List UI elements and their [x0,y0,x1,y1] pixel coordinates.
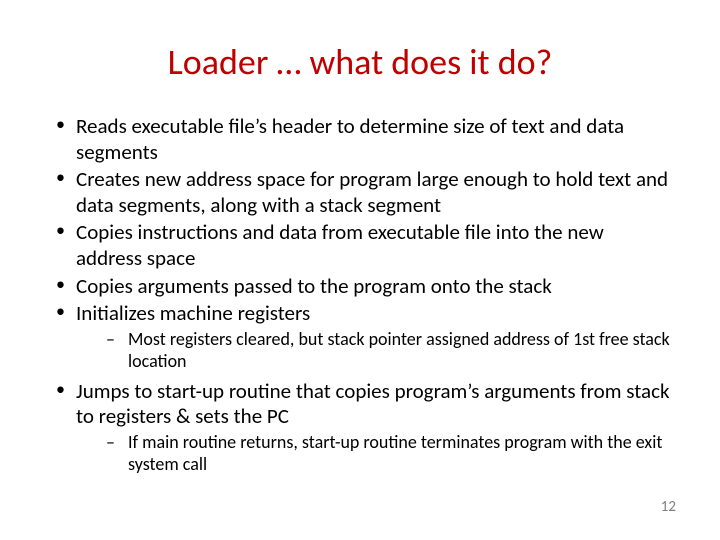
list-item: Initializes machine registers Most regis… [48,301,672,373]
sub-list-item: If main routine returns, start-up routin… [76,432,672,476]
list-item: Creates new address space for program la… [48,167,672,218]
list-item-text: Initializes machine registers [76,300,310,326]
list-item-text: Jumps to start-up routine that copies pr… [76,378,670,430]
bullet-list: Reads executable file’s header to determ… [48,114,672,476]
sub-list-item: Most registers cleared, but stack pointe… [76,329,672,373]
slide-title: Loader … what does it do? [48,40,672,84]
list-item: Jumps to start-up routine that copies pr… [48,379,672,476]
sub-bullet-list: If main routine returns, start-up routin… [76,432,672,476]
list-item: Copies instructions and data from execut… [48,220,672,271]
list-item: Copies arguments passed to the program o… [48,274,672,300]
sub-bullet-list: Most registers cleared, but stack pointe… [76,329,672,373]
list-item: Reads executable file’s header to determ… [48,114,672,165]
page-number: 12 [661,498,676,516]
